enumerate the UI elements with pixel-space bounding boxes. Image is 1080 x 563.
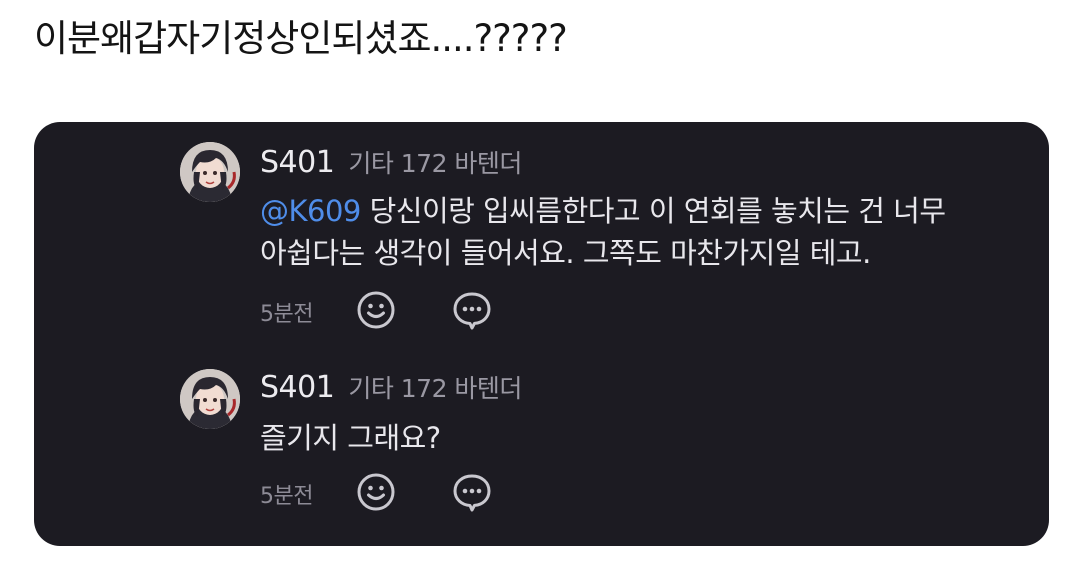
comment-header: S401 기타 172 바텐더 <box>260 144 522 180</box>
chat-bubble-icon[interactable] <box>452 472 492 512</box>
comment-thread-screenshot: S401 기타 172 바텐더 @K609 당신이랑 입씨름한다고 이 연회를 놓… <box>34 122 1049 546</box>
comment-header: S401 기타 172 바텐더 <box>260 369 522 405</box>
avatar[interactable] <box>180 369 240 429</box>
timestamp: 5분전 <box>260 302 313 327</box>
username[interactable]: S401 <box>260 370 335 405</box>
smile-icon[interactable] <box>356 290 396 330</box>
avatar[interactable] <box>180 142 240 202</box>
mention-link[interactable]: @K609 <box>260 194 361 228</box>
comment-body: @K609 당신이랑 입씨름한다고 이 연회를 놓치는 건 너무 아쉽다는 생각… <box>260 190 1020 274</box>
username[interactable]: S401 <box>260 145 335 180</box>
post-caption: 이분왜갑자기정상인되셨죠....????? <box>34 17 568 60</box>
user-meta: 기타 172 바텐더 <box>348 149 522 178</box>
timestamp: 5분전 <box>260 484 313 509</box>
smile-icon[interactable] <box>356 472 396 512</box>
comment-line: @K609 당신이랑 입씨름한다고 이 연회를 놓치는 건 너무 <box>260 190 1020 232</box>
comment-body: 즐기지 그래요? <box>260 417 1020 459</box>
comment-text: 아쉽다는 생각이 들어서요. 그쪽도 마찬가지일 테고. <box>260 236 871 270</box>
comment-text: 즐기지 그래요? <box>260 421 441 455</box>
chat-bubble-icon[interactable] <box>452 290 492 330</box>
user-meta: 기타 172 바텐더 <box>348 374 522 403</box>
comment-text: 당신이랑 입씨름한다고 이 연회를 놓치는 건 너무 <box>360 194 946 228</box>
